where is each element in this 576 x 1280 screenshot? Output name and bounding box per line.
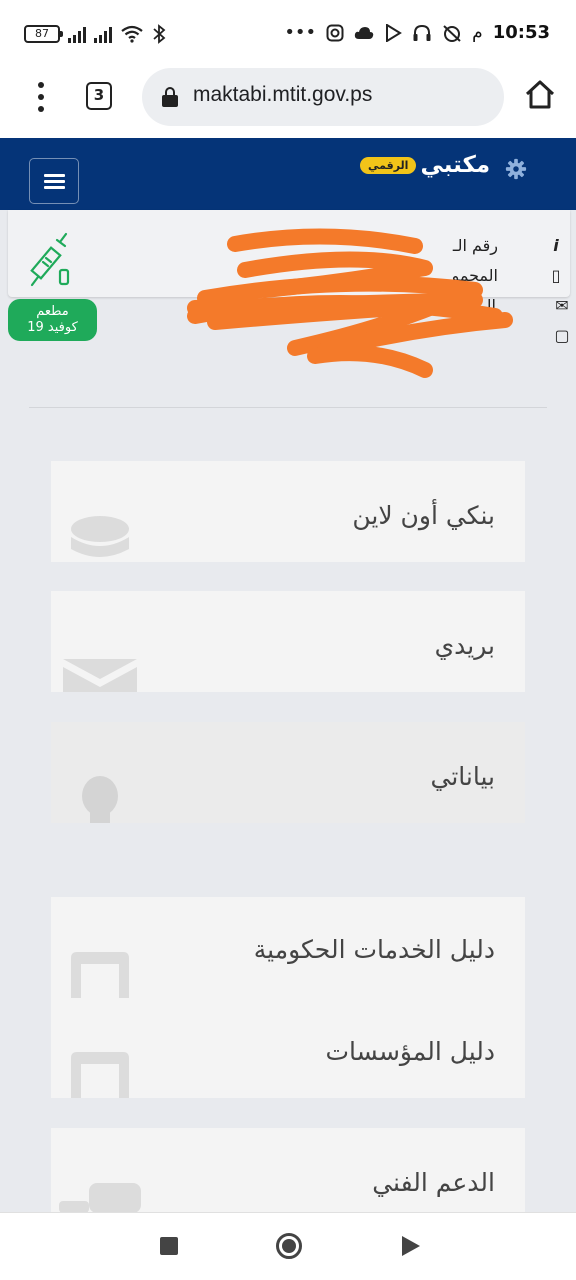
service-label-support: الدعم الفني	[372, 1168, 495, 1197]
home-icon[interactable]	[524, 80, 556, 110]
service-card-my-data[interactable]: بياناتي	[51, 722, 525, 823]
status-left: 87	[24, 24, 166, 44]
system-navigation-bar	[0, 1212, 576, 1280]
app-header: مكتبي الرقمي	[0, 138, 576, 210]
battery-icon: 87	[24, 25, 63, 43]
service-card-bank[interactable]: بنكي أون لاين	[51, 461, 525, 562]
brand-badge: الرقمي	[360, 156, 417, 174]
info-icon: i	[553, 236, 559, 255]
user-icon	[82, 776, 118, 823]
bluetooth-icon	[153, 24, 166, 44]
more-dots-icon: •••	[284, 22, 317, 43]
calendar-icon: ▢	[554, 326, 570, 345]
alarm-off-icon	[443, 24, 461, 42]
covid-badge-line2: كوفيد 19	[27, 320, 78, 335]
database-icon	[71, 516, 129, 557]
redaction-overlay	[187, 228, 513, 378]
instagram-icon	[326, 24, 344, 41]
brand-title: مكتبي	[420, 152, 491, 178]
browser-toolbar: 3 maktabi.mtit.gov.ps	[0, 66, 576, 138]
email-icon: ✉	[555, 296, 569, 315]
url-text[interactable]: maktabi.mtit.gov.ps	[193, 83, 372, 107]
tab-switcher-button[interactable]: 3	[86, 82, 112, 110]
status-bar: 87 ••• م 10:53	[0, 0, 576, 66]
battery-level: 87	[35, 27, 49, 40]
brand-logo[interactable]: مكتبي الرقمي	[360, 152, 490, 178]
chat-icon	[59, 1183, 141, 1212]
home-button[interactable]	[276, 1233, 302, 1259]
envelope-icon	[63, 659, 137, 692]
play-store-icon	[386, 23, 403, 42]
service-label-mail: بريدي	[434, 631, 495, 660]
section-divider	[29, 407, 547, 408]
status-right: ••• م 10:53	[284, 22, 550, 43]
covid-badge-line1: مطعم	[36, 304, 69, 319]
address-bar[interactable]: maktabi.mtit.gov.ps	[142, 68, 504, 126]
covid-vaccinated-badge: مطعم كوفيد 19	[8, 299, 97, 341]
syringe-icon	[30, 232, 70, 287]
mobile-icon: ▯	[551, 266, 561, 285]
service-label-gov-services[interactable]: دليل الخدمات الحكومية	[254, 935, 495, 964]
clock: 10:53	[492, 22, 550, 43]
gear-icon[interactable]	[505, 158, 527, 180]
service-card-directories: دليل الخدمات الحكومية دليل المؤسسات	[51, 897, 525, 1098]
folder-icon-2	[71, 1052, 129, 1098]
headphones-icon	[413, 24, 431, 41]
hamburger-menu-button[interactable]	[29, 158, 79, 204]
service-label-institutions[interactable]: دليل المؤسسات	[325, 1037, 495, 1066]
service-card-mail[interactable]: بريدي	[51, 591, 525, 692]
lock-icon[interactable]	[162, 87, 178, 107]
service-label-my-data: بياناتي	[430, 762, 496, 791]
browser-menu-icon[interactable]	[34, 82, 48, 112]
cloud-icon	[355, 26, 374, 39]
service-card-support[interactable]: الدعم الفني	[51, 1128, 525, 1212]
service-label-bank: بنكي أون لاين	[352, 501, 495, 530]
back-button[interactable]	[402, 1236, 420, 1256]
signal-icon	[68, 25, 86, 43]
signal-icon-2	[94, 25, 112, 43]
wifi-icon	[121, 25, 143, 43]
folder-icon	[71, 952, 129, 998]
time-period: م	[472, 22, 483, 43]
recent-apps-button[interactable]	[160, 1237, 178, 1255]
